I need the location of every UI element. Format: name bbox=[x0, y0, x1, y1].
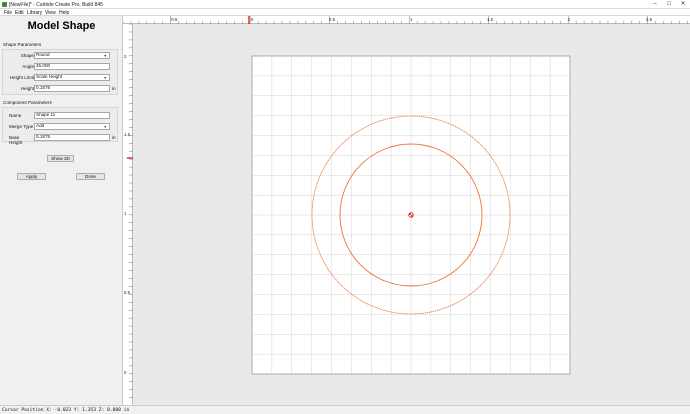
ruler-top-label: 0.5 bbox=[329, 16, 335, 22]
merge-type-select-value: Add bbox=[36, 123, 45, 128]
ruler-top-label: 2 bbox=[568, 16, 571, 22]
ruler-left-label: 0 bbox=[124, 370, 127, 375]
menu-help[interactable]: Help bbox=[59, 10, 69, 16]
merge-type-label: Merge Type bbox=[9, 123, 34, 129]
ruler-left-label: 1.5 bbox=[124, 132, 130, 137]
shape-parameters-heading: Shape Parameters bbox=[3, 42, 42, 47]
height-limit-select[interactable]: Scale Height ▼ bbox=[34, 74, 110, 81]
minimize-icon[interactable]: – bbox=[648, 0, 662, 9]
base-height-label: Base Height bbox=[9, 134, 23, 145]
ruler-left-label: 1 bbox=[124, 211, 127, 216]
shape-parameters-group: Shape Round ▼ Angle 45.000 Height Limit … bbox=[2, 49, 118, 95]
show-3d-button[interactable]: Show 3D bbox=[47, 155, 74, 162]
menu-edit[interactable]: Edit bbox=[15, 10, 24, 16]
menu-library[interactable]: Library bbox=[27, 10, 42, 16]
name-input[interactable]: Shape 11 bbox=[34, 112, 110, 119]
ruler-top-label: 2.5 bbox=[646, 16, 652, 22]
menu-bar: File Edit Library View Help bbox=[0, 9, 690, 16]
height-unit: in bbox=[112, 85, 116, 91]
menu-view[interactable]: View bbox=[45, 10, 56, 16]
name-label: Name bbox=[9, 112, 22, 118]
chevron-down-icon: ▼ bbox=[103, 76, 107, 80]
height-limit-label: Height Limit bbox=[9, 74, 34, 80]
angle-label: Angle bbox=[22, 63, 34, 69]
title-bar: [NewFile]* - Carbide Create Pro, Build 8… bbox=[0, 0, 690, 9]
close-icon[interactable]: ✕ bbox=[676, 0, 690, 9]
height-input[interactable]: 0.1875 bbox=[34, 85, 110, 92]
base-height-unit: in bbox=[112, 134, 116, 140]
ruler-top-label: 0 bbox=[251, 16, 254, 22]
top-ruler-ticks bbox=[122, 16, 688, 24]
cursor-position: Cursor Position X: -0.023 Y: 1.353 Z: 0.… bbox=[2, 408, 130, 413]
ruler-top-label: 1.5 bbox=[487, 16, 493, 22]
ruler-left-label: 0.5 bbox=[124, 290, 130, 295]
status-bar: Cursor Position X: -0.023 Y: 1.353 Z: 0.… bbox=[0, 405, 690, 414]
maximize-icon[interactable]: ☐ bbox=[662, 0, 676, 9]
carbide-create-window: [NewFile]* - Carbide Create Pro, Build 8… bbox=[0, 0, 690, 414]
apply-button[interactable]: Apply bbox=[17, 173, 46, 180]
ruler-top-label: 1 bbox=[410, 16, 413, 22]
ruler-top-label: -0.5 bbox=[170, 16, 178, 22]
done-button[interactable]: Done bbox=[76, 173, 105, 180]
design-canvas[interactable] bbox=[133, 24, 690, 405]
shape-label: Shape bbox=[20, 52, 34, 58]
menu-file[interactable]: File bbox=[4, 10, 12, 16]
app-icon bbox=[2, 2, 7, 7]
ruler-left-label: 2 bbox=[124, 54, 127, 59]
shape-select[interactable]: Round ▼ bbox=[34, 52, 110, 59]
window-title: [NewFile]* - Carbide Create Pro, Build 8… bbox=[9, 1, 103, 8]
panel-title: Model Shape bbox=[27, 20, 96, 32]
angle-input[interactable]: 45.000 bbox=[34, 63, 110, 70]
model-shape-panel: Model Shape Shape Parameters Shape Round… bbox=[0, 16, 123, 405]
component-parameters-group: Name Shape 11 Merge Type Add ▼ Base Heig… bbox=[2, 107, 118, 145]
top-ruler[interactable]: -0.5 0 0.5 1 1.5 2 2.5 bbox=[122, 16, 690, 24]
component-parameters-heading: Component Parameters bbox=[3, 100, 52, 105]
height-limit-select-value: Scale Height bbox=[36, 74, 63, 79]
shape-select-value: Round bbox=[36, 52, 50, 57]
chevron-down-icon: ▼ bbox=[103, 125, 107, 129]
base-height-input[interactable]: 0.1875 bbox=[34, 134, 110, 141]
merge-type-select[interactable]: Add ▼ bbox=[34, 123, 110, 130]
chevron-down-icon: ▼ bbox=[103, 54, 107, 58]
canvas-drawing bbox=[251, 55, 571, 375]
left-ruler[interactable]: 2 1.5 1 0.5 0 bbox=[123, 23, 133, 405]
height-label: Height bbox=[20, 85, 34, 91]
origin-marker-icon bbox=[408, 212, 414, 218]
